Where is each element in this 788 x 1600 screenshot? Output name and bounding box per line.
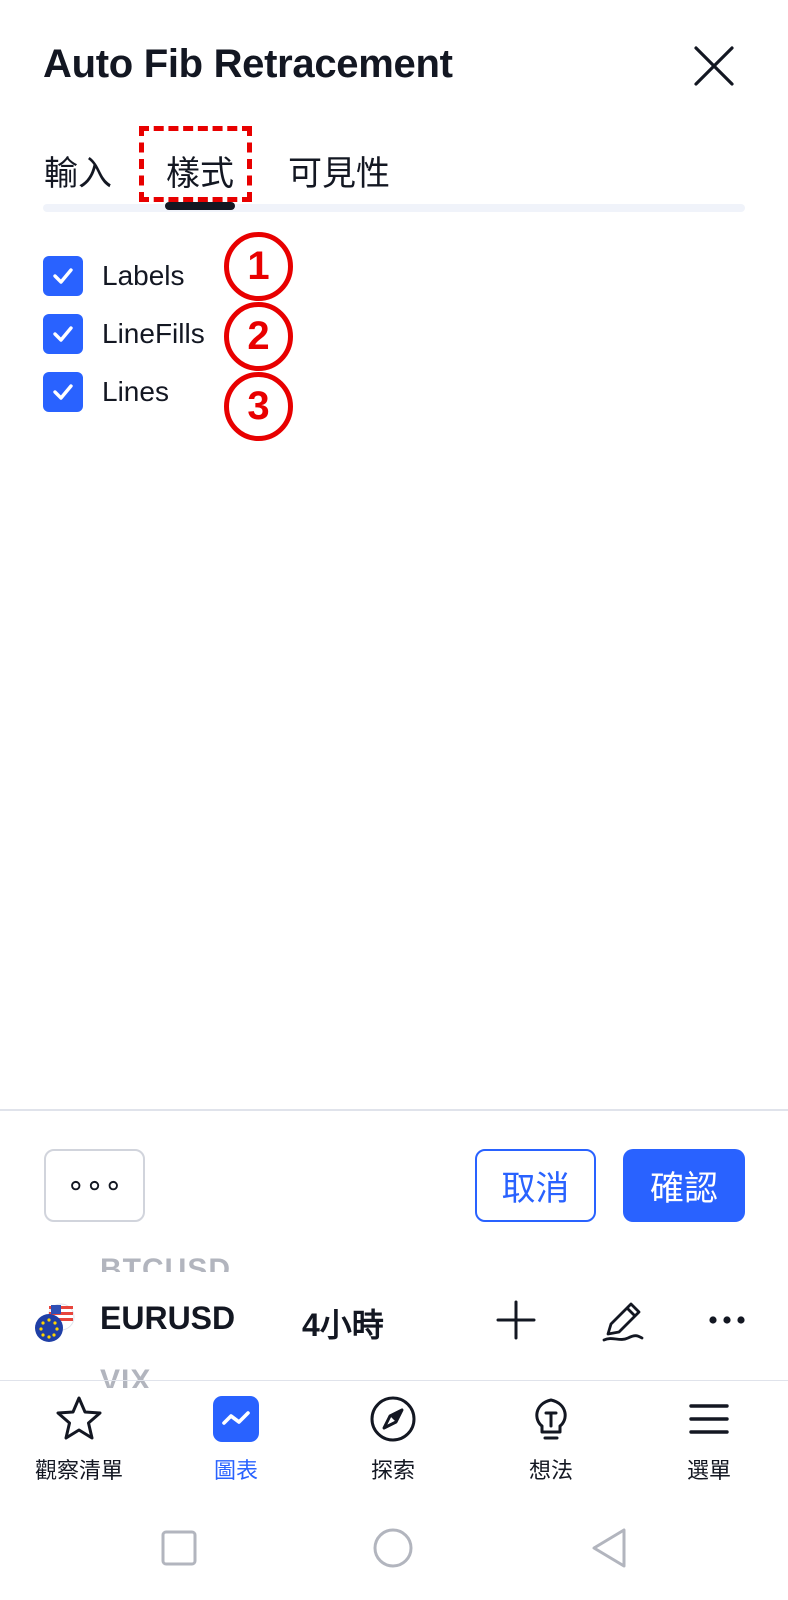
more-dots-icon[interactable] <box>703 1296 751 1344</box>
annotation-badge-2: 2 <box>224 302 293 371</box>
ok-button[interactable]: 確認 <box>623 1149 745 1222</box>
compass-icon <box>367 1393 419 1445</box>
option-label: Lines <box>102 376 169 407</box>
footer-divider <box>0 1109 788 1111</box>
option-labels[interactable]: Labels <box>43 256 185 296</box>
symbol-prev-ghost: BTCUSD <box>100 1253 231 1272</box>
tab-input[interactable]: 輸入 <box>44 146 112 195</box>
nav-menu[interactable]: 選單 <box>639 1393 779 1493</box>
menu-icon <box>683 1393 735 1445</box>
annotation-badge-3: 3 <box>224 372 293 441</box>
nav-label: 選單 <box>686 1459 731 1484</box>
option-lines[interactable]: Lines <box>43 372 169 412</box>
nav-label: 觀察清單 <box>34 1459 123 1484</box>
check-icon <box>53 268 73 284</box>
tab-style[interactable]: 樣式 <box>166 146 234 195</box>
nav-label: 圖表 <box>213 1459 258 1484</box>
checkbox-labels[interactable] <box>43 256 83 296</box>
recent-apps-icon[interactable] <box>156 1525 202 1571</box>
pen-icon[interactable] <box>598 1296 646 1344</box>
back-icon[interactable] <box>586 1525 632 1571</box>
check-icon <box>53 326 73 342</box>
home-icon[interactable] <box>370 1525 416 1571</box>
nav-watchlist[interactable]: 觀察清單 <box>9 1393 149 1493</box>
option-label: Labels <box>102 260 185 291</box>
more-options-button[interactable]: ∘∘∘ <box>44 1149 145 1222</box>
cancel-button[interactable]: 取消 <box>475 1149 596 1222</box>
symbol-button[interactable]: EURUSD <box>100 1300 235 1337</box>
interval-button[interactable]: 4小時 <box>302 1300 384 1346</box>
chart-icon <box>210 1393 262 1445</box>
symbol-next-ghost: VIX <box>100 1366 152 1388</box>
lightbulb-icon <box>525 1393 577 1445</box>
nav-ideas[interactable]: 想法 <box>481 1393 621 1493</box>
star-icon <box>53 1393 105 1445</box>
plus-icon[interactable] <box>492 1296 540 1344</box>
tab-track <box>43 204 745 212</box>
checkbox-lines[interactable] <box>43 372 83 412</box>
eu-us-flag-icon <box>35 1303 75 1342</box>
option-linefills[interactable]: LineFills <box>43 314 205 354</box>
active-tab-indicator <box>165 202 235 210</box>
nav-label: 探索 <box>370 1459 415 1484</box>
close-icon[interactable] <box>692 44 736 88</box>
tab-visibility[interactable]: 可見性 <box>288 146 390 195</box>
nav-chart[interactable]: 圖表 <box>166 1393 306 1493</box>
bottom-nav-divider <box>0 1380 788 1381</box>
nav-label: 想法 <box>528 1459 573 1484</box>
option-label: LineFills <box>102 318 205 349</box>
nav-explore[interactable]: 探索 <box>323 1393 463 1493</box>
check-icon <box>53 384 73 400</box>
annotation-badge-1: 1 <box>224 232 293 301</box>
dialog-title: Auto Fib Retracement <box>43 42 453 86</box>
checkbox-linefills[interactable] <box>43 314 83 354</box>
